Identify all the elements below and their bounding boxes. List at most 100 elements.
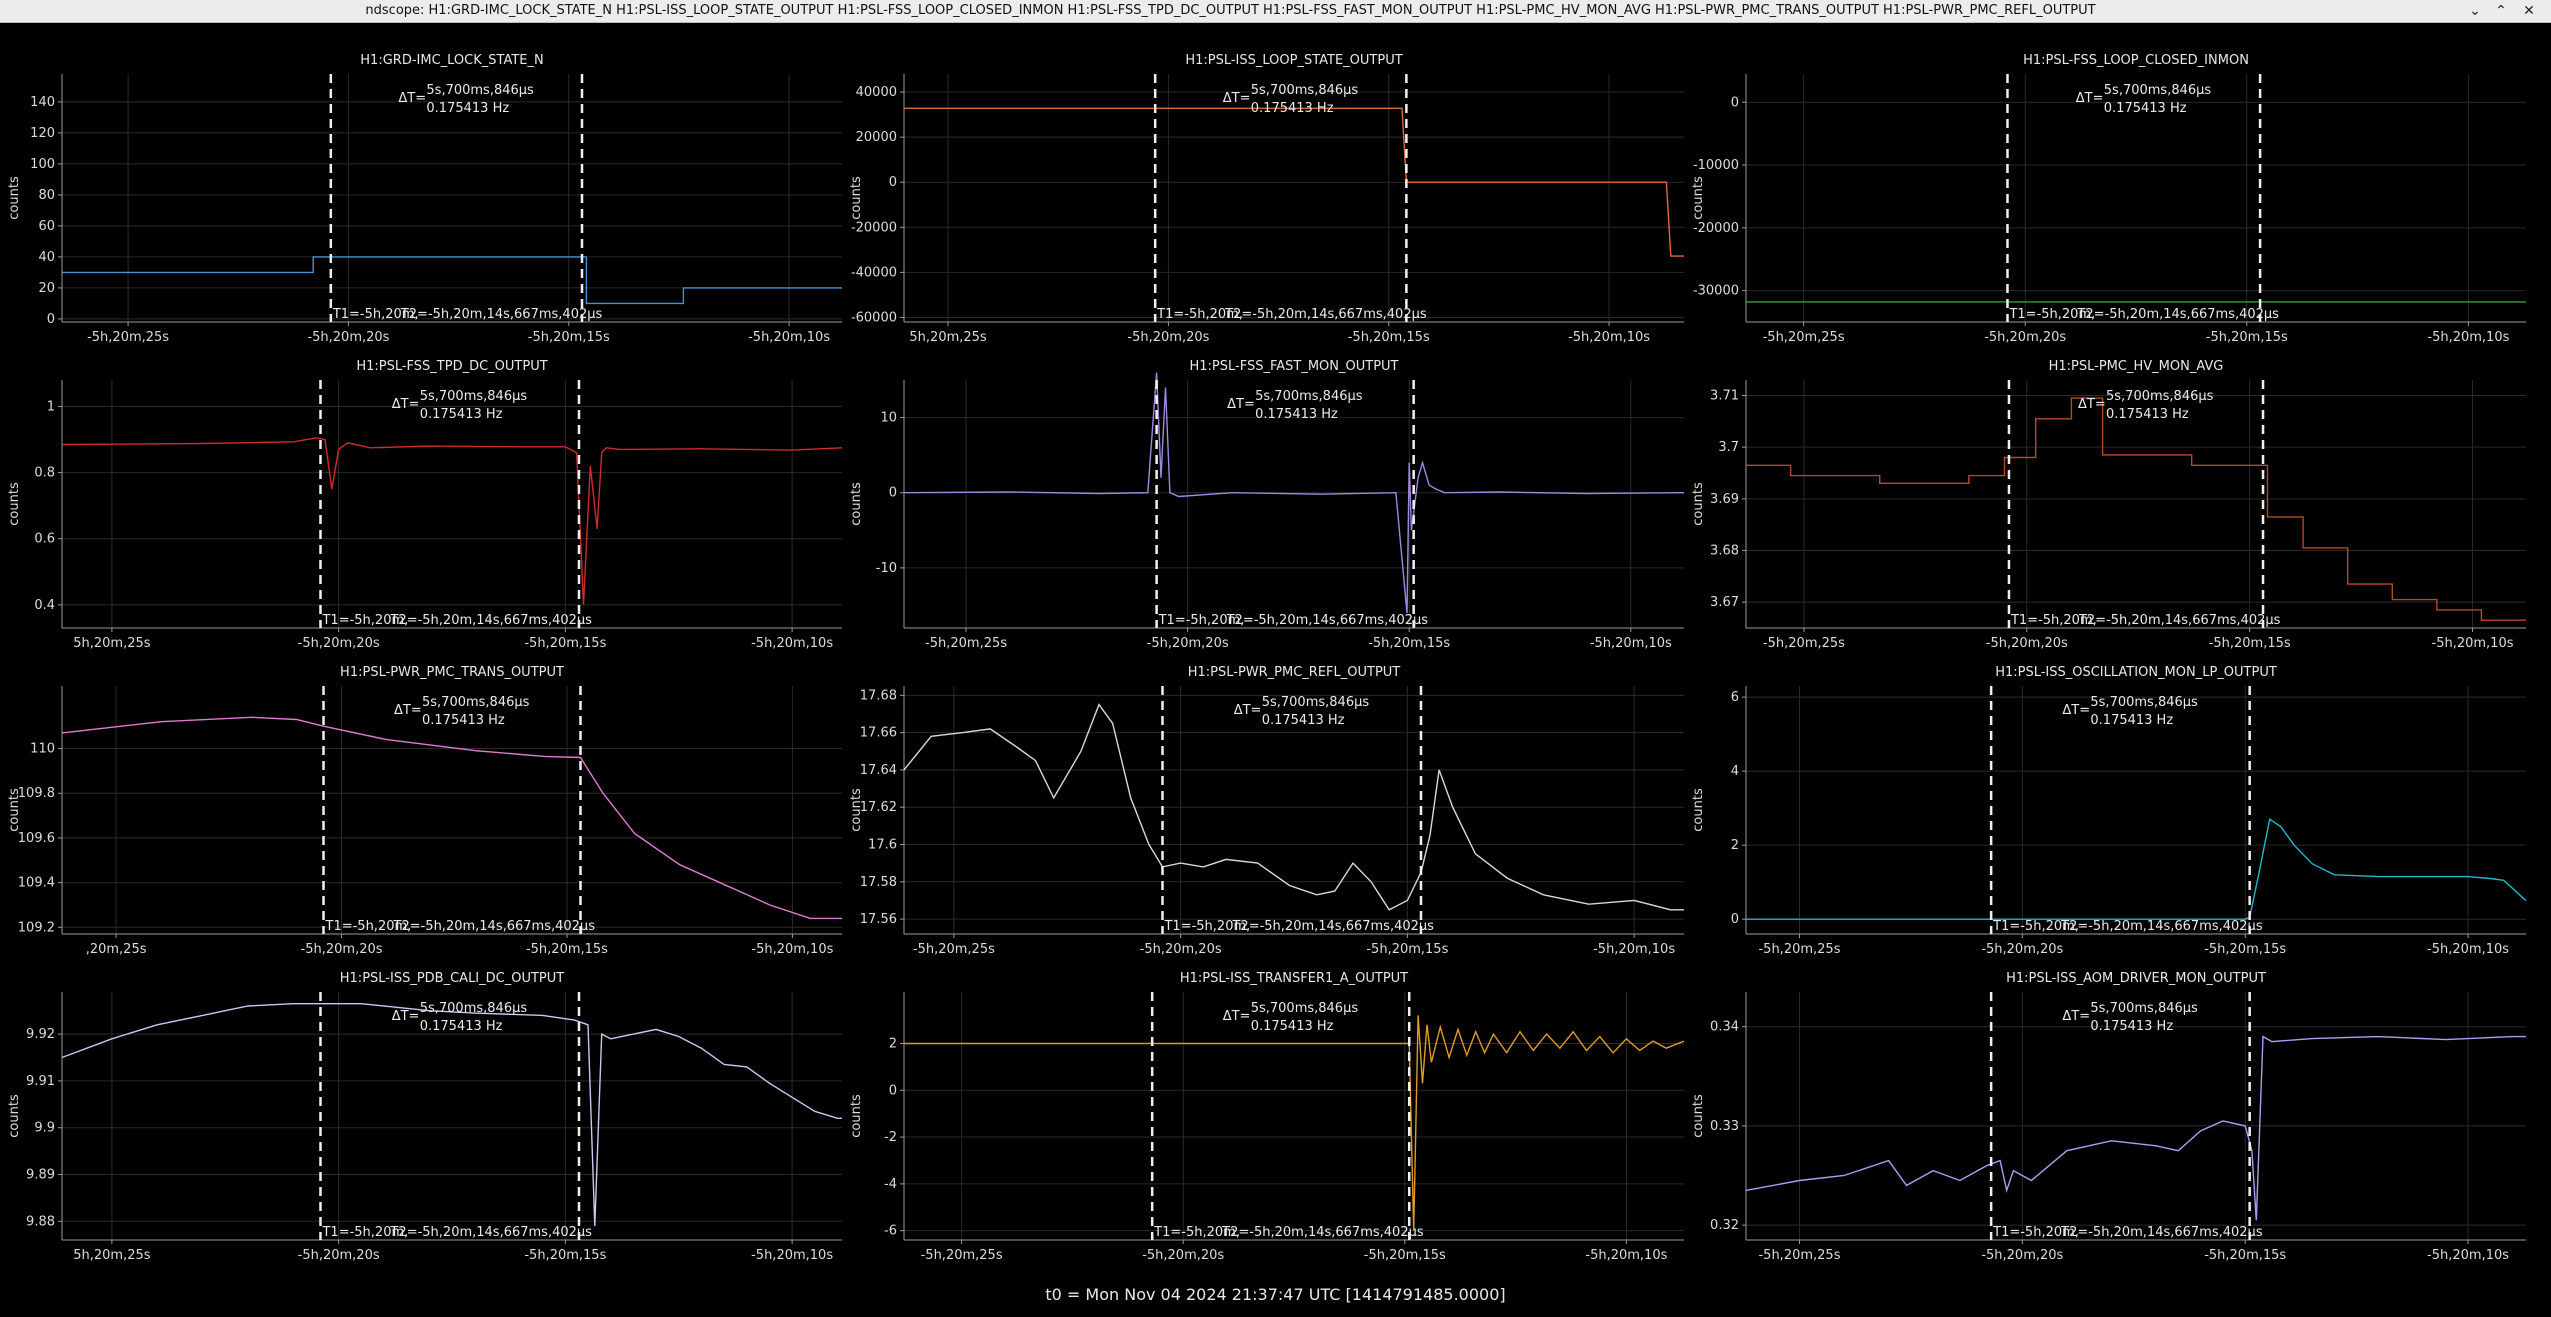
y-tick-label: 0 <box>1731 912 1739 927</box>
delta-t-value: 5s,700ms,846μs <box>1255 389 1363 404</box>
y-tick-label: 140 <box>30 95 55 110</box>
x-tick-label: -5h,20m,25s <box>921 1248 1003 1263</box>
y-tick-label: 110 <box>30 742 55 757</box>
delta-t-value: 5s,700ms,846μs <box>2104 83 2212 98</box>
y-tick-label: 17.56 <box>860 912 897 927</box>
t2-label: T2=-5h,20m,14s,667ms,402μs <box>2078 613 2281 628</box>
plot-title: H1:PSL-PMC_HV_MON_AVG <box>2049 359 2224 374</box>
plot-panel[interactable]: H1:PSL-ISS_LOOP_STATE_OUTPUT -60000 -40000… <box>849 53 1684 345</box>
plot-panel[interactable]: H1:GRD-IMC_LOCK_STATE_N 0 20 40 60 80 100 120 14… <box>7 53 842 345</box>
y-tick-label: 109.6 <box>18 831 55 846</box>
x-tick-label: -5h,20m,15s <box>1348 330 1430 345</box>
x-tick-label: -5h,20m,25s <box>913 942 995 957</box>
t2-label: T2=-5h,20m,14s,667ms,402μs <box>1231 919 1434 934</box>
x-tick-label: -5h,20m,15s <box>528 330 610 345</box>
y-axis-label: counts <box>1691 788 1706 832</box>
plot-panel[interactable]: H1:PSL-PMC_HV_MON_AVG 3.67 3.68 3.69 3.7 3.71… <box>1691 359 2526 651</box>
t2-label: T2=-5h,20m,14s,667ms,402μs <box>389 1225 592 1240</box>
y-tick-label: 9.91 <box>26 1074 55 1089</box>
delta-t-frequency: 0.175413 Hz <box>420 407 503 422</box>
y-tick-label: 0 <box>889 175 897 190</box>
y-tick-label: 109.2 <box>18 920 55 935</box>
plot-title: H1:PSL-ISS_OSCILLATION_MON_LP_OUTPUT <box>1995 665 2277 680</box>
plot-panel[interactable]: H1:PSL-FSS_TPD_DC_OUTPUT 0.4 0.6 0.8 1 5h,20m… <box>7 359 843 651</box>
y-axis-label: counts <box>849 176 864 220</box>
x-tick-label: -5h,20m,10s <box>751 942 833 957</box>
plot-panel[interactable]: H1:PSL-ISS_AOM_DRIVER_MON_OUTPUT 0.32 0.33… <box>1691 971 2526 1263</box>
y-tick-label: 40 <box>38 250 55 265</box>
x-tick-label: -5h,20m,20s <box>1984 330 2066 345</box>
y-tick-label: 100 <box>30 157 55 172</box>
y-tick-label: 120 <box>30 126 55 141</box>
x-tick-label: -5h,20m,20s <box>298 1248 380 1263</box>
y-tick-label: -4 <box>884 1177 897 1192</box>
x-tick-label: -5h,20m,25s <box>925 636 1007 651</box>
x-tick-label: -5h,20m,25s <box>1763 636 1845 651</box>
x-tick-label: -5h,20m,20s <box>1147 636 1229 651</box>
x-tick-label: -5h,20m,15s <box>1368 636 1450 651</box>
y-tick-label: 0.6 <box>34 532 55 547</box>
plot-panel[interactable]: H1:PSL-FSS_LOOP_CLOSED_INMON -30000 -20000… <box>1691 53 2526 345</box>
y-tick-label: 6 <box>1731 690 1739 705</box>
y-tick-label: 17.6 <box>868 837 897 852</box>
minimize-button[interactable]: ⌄ <box>2464 0 2486 22</box>
window-title: ndscope: H1:GRD-IMC_LOCK_STATE_N H1:PSL-… <box>365 3 2096 18</box>
close-button[interactable]: ✕ <box>2518 0 2540 22</box>
y-tick-label: 20 <box>38 281 55 296</box>
plot-title: H1:PSL-ISS_AOM_DRIVER_MON_OUTPUT <box>2006 971 2266 986</box>
y-tick-label: 3.7 <box>1718 440 1739 455</box>
y-axis-label: counts <box>7 176 22 220</box>
y-tick-label: -10 <box>876 561 897 576</box>
x-tick-label: -5h,20m,25s <box>87 330 169 345</box>
delta-t-value: 5s,700ms,846μs <box>1262 695 1370 710</box>
t2-label: T2=-5h,20m,14s,667ms,402μs <box>1226 613 1429 628</box>
y-tick-label: 4 <box>1731 764 1739 779</box>
x-tick-label: -5h,20m,20s <box>307 330 389 345</box>
delta-t-frequency: 0.175413 Hz <box>1255 407 1338 422</box>
x-tick-label: -5h,20m,10s <box>2427 942 2509 957</box>
plot-panel[interactable]: H1:PSL-ISS_OSCILLATION_MON_LP_OUTPUT 0 2 4 6… <box>1691 665 2527 957</box>
delta-t-label: ΔT= <box>392 1009 420 1024</box>
y-axis-label: counts <box>7 1094 22 1138</box>
y-tick-label: 10 <box>880 411 897 426</box>
plot-panel[interactable]: H1:PSL-FSS_FAST_MON_OUTPUT -10 0 10 -5h,20m,… <box>849 359 1685 651</box>
plot-panel[interactable]: H1:PSL-PWR_PMC_REFL_OUTPUT 17.56 17.58 17.6… <box>849 665 1684 957</box>
series-line <box>1745 1035 2526 1221</box>
y-tick-label: 0.33 <box>1710 1119 1739 1134</box>
series-line <box>1746 818 2527 920</box>
t2-label: T2=-5h,20m,14s,667ms,402μs <box>2076 307 2279 322</box>
t0-footer: t0 = Mon Nov 04 2024 21:37:47 UTC [14147… <box>1045 1285 1506 1304</box>
plot-title: H1:PSL-ISS_TRANSFER1_A_OUTPUT <box>1180 971 1408 986</box>
plot-panel[interactable]: H1:PSL-PWR_PMC_TRANS_OUTPUT 109.2 109.4 109… <box>7 665 842 957</box>
x-tick-label: -5h,20m,20s <box>1140 942 1222 957</box>
x-tick-label: ,20m,25s <box>86 942 147 957</box>
delta-t-label: ΔT= <box>2078 397 2106 412</box>
plot-title: H1:PSL-PWR_PMC_TRANS_OUTPUT <box>340 665 564 680</box>
y-tick-label: 2 <box>1731 838 1739 853</box>
y-axis-label: counts <box>1691 1094 1706 1138</box>
x-tick-label: -5h,20m,20s <box>1986 636 2068 651</box>
y-axis-label: counts <box>1691 482 1706 526</box>
delta-t-value: 5s,700ms,846μs <box>420 1001 528 1016</box>
delta-t-frequency: 0.175413 Hz <box>2104 101 2187 116</box>
plot-panel[interactable]: H1:PSL-ISS_TRANSFER1_A_OUTPUT -6 -4 -2 0 2 -5h… <box>849 971 1685 1263</box>
x-tick-label: -5h,20m,10s <box>751 1248 833 1263</box>
x-tick-label: -5h,20m,10s <box>2427 330 2509 345</box>
plot-title: H1:GRD-IMC_LOCK_STATE_N <box>360 53 543 68</box>
delta-t-frequency: 0.175413 Hz <box>1251 1019 1334 1034</box>
delta-t-label: ΔT= <box>1223 91 1251 106</box>
delta-t-value: 5s,700ms,846μs <box>420 389 528 404</box>
y-tick-label: -40000 <box>851 265 897 280</box>
delta-t-frequency: 0.175413 Hz <box>2090 1019 2173 1034</box>
delta-t-label: ΔT= <box>1223 1009 1251 1024</box>
series-line <box>61 1003 842 1227</box>
y-axis-label: counts <box>849 788 864 832</box>
y-tick-label: -10000 <box>1693 158 1739 173</box>
maximize-button[interactable]: ⌃ <box>2490 0 2512 22</box>
plot-title: H1:PSL-ISS_LOOP_STATE_OUTPUT <box>1185 53 1402 68</box>
delta-t-frequency: 0.175413 Hz <box>1262 713 1345 728</box>
plot-grid[interactable]: H1:GRD-IMC_LOCK_STATE_N02040608010012014… <box>0 24 2551 1284</box>
plot-panel[interactable]: H1:PSL-ISS_PDB_CALI_DC_OUTPUT 9.88 9.89 9.9… <box>7 971 842 1263</box>
delta-t-value: 5s,700ms,846μs <box>2090 695 2198 710</box>
delta-t-frequency: 0.175413 Hz <box>426 101 509 116</box>
